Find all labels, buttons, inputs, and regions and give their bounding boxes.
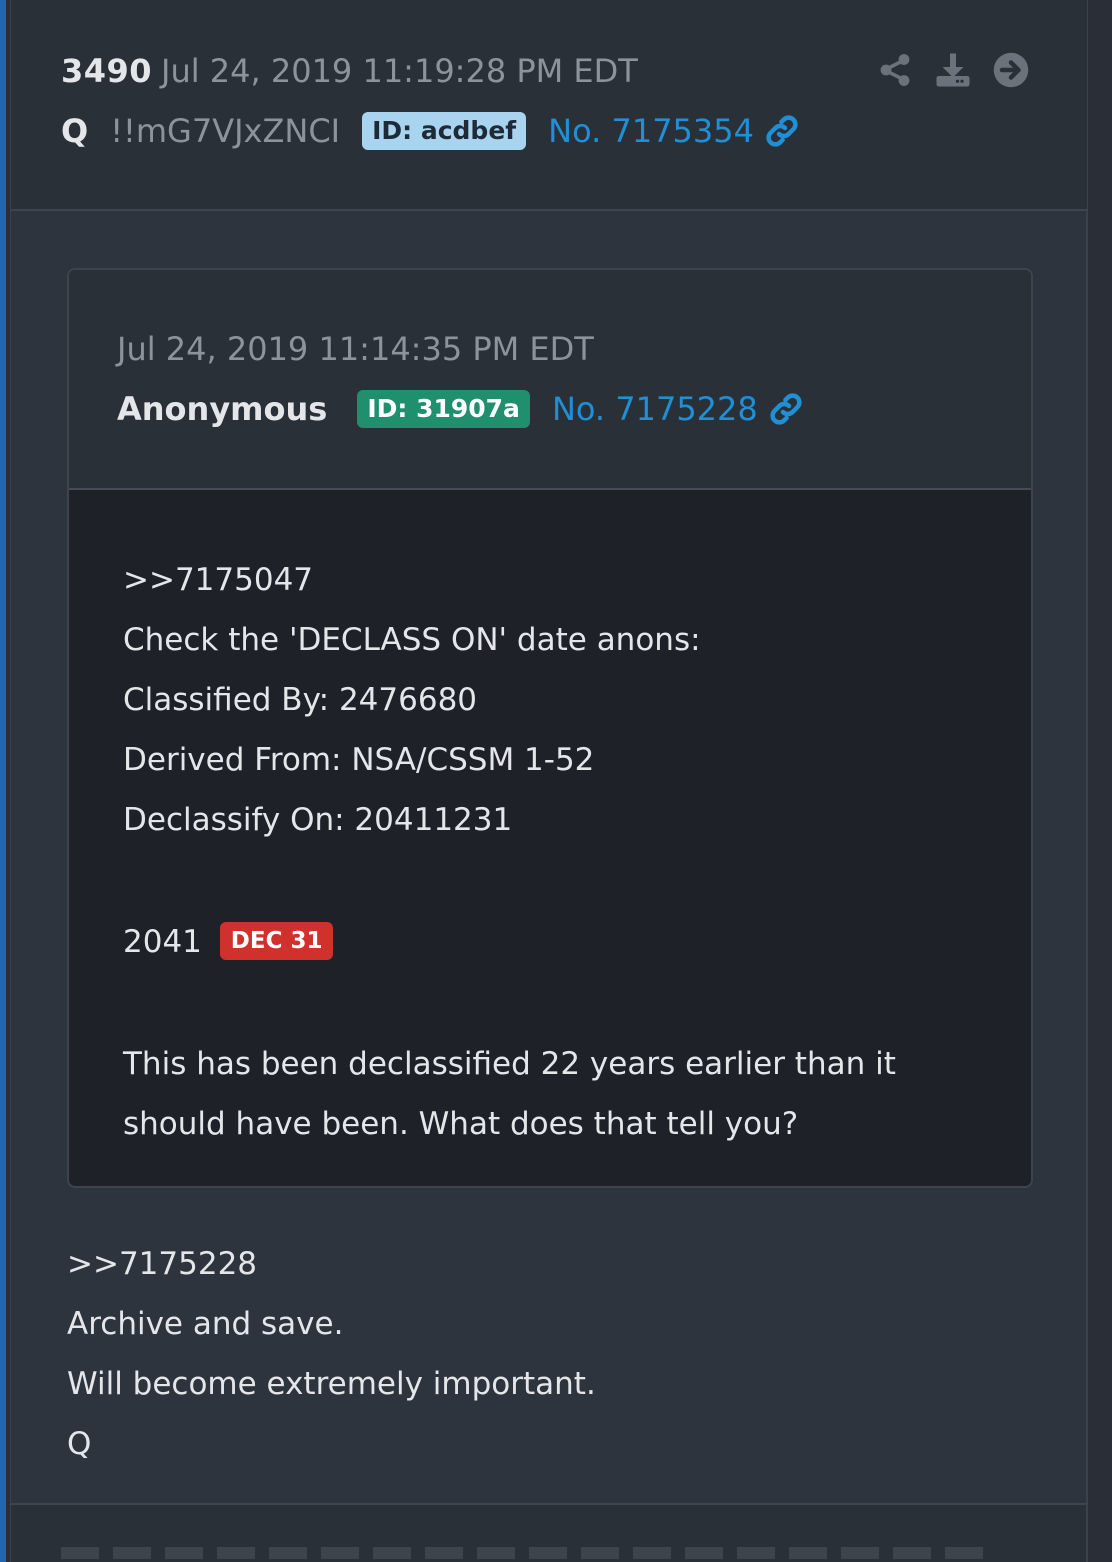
post-actions: [877, 52, 1029, 88]
closing-text: This has been declassified 22 years earl…: [123, 1046, 896, 1142]
reply-link[interactable]: >>7175047: [123, 550, 991, 610]
quoted-author: Anonymous: [117, 390, 328, 428]
quoted-post-header: Jul 24, 2019 11:14:35 PM EDT Anonymous I…: [69, 270, 1031, 490]
share-icon[interactable]: [877, 52, 913, 88]
post-author: Q: [61, 112, 89, 150]
link-icon[interactable]: [764, 113, 800, 149]
reply-link[interactable]: >>7175228: [67, 1234, 596, 1294]
body-line: Archive and save.: [67, 1306, 344, 1342]
next-post-header-peek: [61, 1547, 991, 1559]
quoted-post: Jul 24, 2019 11:14:35 PM EDT Anonymous I…: [67, 268, 1033, 1188]
post-date: Jul 24, 2019 11:19:28 PM EDT: [161, 52, 638, 90]
post-tripcode: !!mG7VJxZNCI: [110, 112, 341, 150]
arrow-right-icon[interactable]: [993, 52, 1029, 88]
post-body: >>7175228 Archive and save. Will become …: [67, 1234, 596, 1474]
quoted-author-row: Anonymous ID: 31907a No. 7175228: [117, 390, 804, 428]
year-text: 2041: [123, 924, 202, 960]
body-line: Check the 'DECLASS ON' date anons:: [123, 622, 701, 658]
body-line: Will become extremely important.: [67, 1366, 596, 1402]
quoted-post-body: >>7175047 Check the 'DECLASS ON' date an…: [123, 550, 991, 1154]
post-author-row: Q !!mG7VJxZNCI ID: acdbef No. 7175354: [61, 112, 800, 150]
left-accent-bar: [0, 0, 6, 1562]
date-badge: DEC 31: [219, 922, 334, 960]
quoted-post-number-link[interactable]: No. 7175228: [552, 390, 758, 428]
quoted-id-badge[interactable]: ID: 31907a: [357, 390, 530, 428]
download-icon[interactable]: [935, 52, 971, 88]
signature-line: Q: [67, 1426, 92, 1462]
post-number-link[interactable]: No. 7175354: [548, 112, 754, 150]
post-id-badge[interactable]: ID: acdbef: [362, 112, 527, 150]
body-line: Derived From: NSA/CSSM 1-52: [123, 742, 595, 778]
link-icon[interactable]: [768, 391, 804, 427]
quoted-post-date: Jul 24, 2019 11:14:35 PM EDT: [117, 330, 594, 368]
body-line: Classified By: 2476680: [123, 682, 478, 718]
year-line: 2041 DEC 31: [123, 912, 991, 972]
body-line: Declassify On: 20411231: [123, 802, 513, 838]
next-post-card: [10, 1503, 1088, 1562]
post-header: 3490 Jul 24, 2019 11:19:28 PM EDT Q !!mG…: [11, 0, 1087, 211]
post-card: 3490 Jul 24, 2019 11:19:28 PM EDT Q !!mG…: [10, 0, 1088, 1503]
post-index: 3490: [61, 52, 153, 90]
